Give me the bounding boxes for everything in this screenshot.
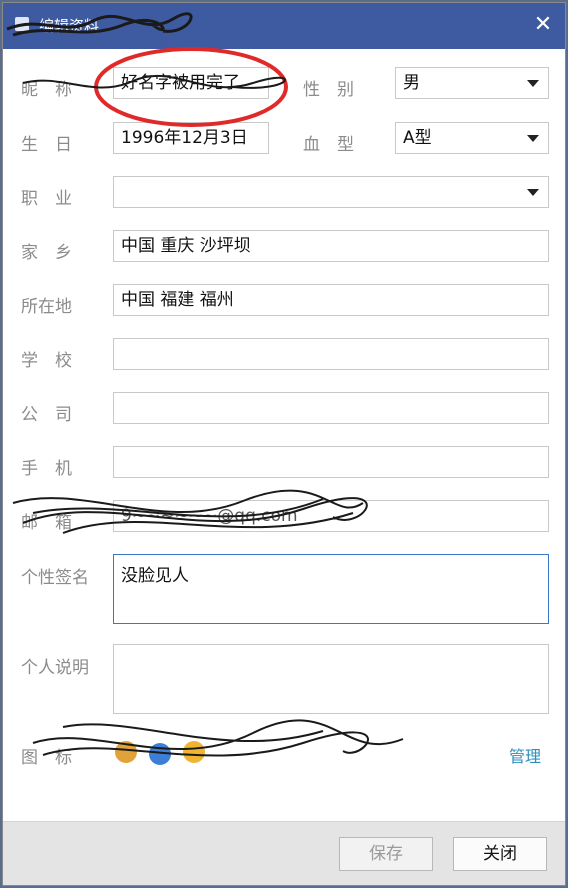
phone-input[interactable]: [113, 446, 549, 478]
profile-edit-window: 编辑资料 ✕ 昵 称 好名字被用完了 性 别 男 生 日 1996年12月3日 …: [2, 2, 566, 886]
nickname-label: 昵 称: [21, 80, 72, 100]
birthday-label: 生 日: [21, 135, 72, 155]
chevron-down-icon: [527, 135, 539, 142]
chevron-down-icon: [527, 189, 539, 196]
blood-type-select[interactable]: A型: [395, 122, 549, 154]
phone-label: 手 机: [21, 459, 72, 479]
gender-label: 性 别: [303, 80, 354, 100]
email-label: 邮 箱: [21, 513, 72, 533]
redaction-scribble: [32, 719, 404, 757]
description-label: 个人说明: [21, 658, 89, 678]
gender-select[interactable]: 男: [395, 67, 549, 99]
save-button[interactable]: 保存: [339, 837, 433, 871]
school-label: 学 校: [21, 351, 72, 371]
company-label: 公 司: [21, 405, 72, 425]
signature-textarea[interactable]: 没脸见人: [113, 554, 549, 624]
hometown-label: 家 乡: [21, 243, 72, 263]
nickname-input[interactable]: 好名字被用完了: [113, 67, 269, 99]
redaction-scribble: [6, 12, 193, 37]
hometown-input[interactable]: 中国 重庆 沙坪坝: [113, 230, 549, 262]
icons-label: 图 标: [21, 748, 72, 768]
job-select[interactable]: [113, 176, 549, 208]
close-button[interactable]: 关闭: [453, 837, 547, 871]
school-input[interactable]: [113, 338, 549, 370]
signature-label: 个性签名: [21, 568, 89, 588]
job-label: 职 业: [21, 189, 72, 209]
chevron-down-icon: [527, 80, 539, 87]
blood-type-label: 血 型: [303, 135, 354, 155]
badge-icon[interactable]: [149, 743, 171, 765]
blood-type-value: A型: [403, 128, 432, 148]
company-input[interactable]: [113, 392, 549, 424]
badge-icon[interactable]: [115, 741, 137, 763]
location-input[interactable]: 中国 福建 福州: [113, 284, 549, 316]
close-icon[interactable]: ✕: [531, 13, 555, 37]
gender-value: 男: [403, 73, 420, 93]
title-bar: 编辑资料 ✕: [3, 3, 565, 49]
badge-icon[interactable]: [183, 741, 205, 763]
email-input[interactable]: 9~~~~~~@qq.com: [113, 500, 549, 532]
birthday-input[interactable]: 1996年12月3日: [113, 122, 269, 154]
manage-link[interactable]: 管理: [509, 743, 541, 767]
description-textarea[interactable]: [113, 644, 549, 714]
location-label: 所在地: [21, 297, 72, 317]
